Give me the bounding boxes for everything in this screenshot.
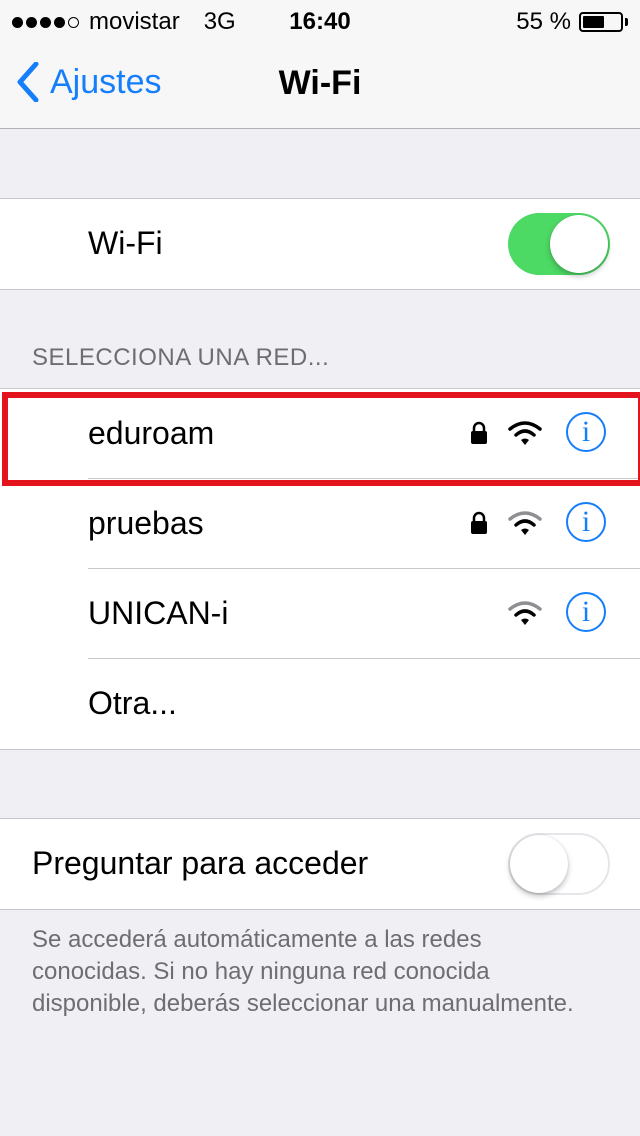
- toggle-knob: [550, 215, 608, 273]
- wifi-icon: [508, 601, 542, 625]
- navigation-bar: Ajustes Wi-Fi: [0, 40, 640, 129]
- info-button[interactable]: i: [566, 502, 606, 542]
- section-header-networks: SELECCIONA UNA RED...: [32, 344, 330, 371]
- wifi-icon: [508, 421, 542, 445]
- wifi-row: Wi-Fi: [0, 199, 640, 289]
- wifi-label: Wi-Fi: [88, 225, 163, 261]
- ask-to-join-toggle[interactable]: [508, 833, 610, 895]
- page-title: Wi-Fi: [278, 64, 362, 102]
- status-bar: movistar 3G 16:40 55 %: [0, 0, 640, 40]
- network-row-eduroam[interactable]: eduroam i: [0, 389, 640, 479]
- network-name: UNICAN-i: [88, 595, 229, 631]
- network-row-unican[interactable]: UNICAN-i i: [0, 569, 640, 659]
- network-row-pruebas[interactable]: pruebas i: [0, 479, 640, 569]
- battery-cap: [625, 18, 628, 26]
- networks-group: eduroam i pruebas i UNICAN-i i Otra...: [0, 388, 640, 750]
- network-name: eduroam: [88, 415, 215, 451]
- ask-to-join-label: Preguntar para acceder: [32, 845, 369, 881]
- battery-percent: 55 %: [516, 8, 571, 35]
- ask-to-join-group: Preguntar para acceder: [0, 818, 640, 910]
- wifi-icon: [508, 511, 542, 535]
- status-right: 55 %: [516, 8, 628, 36]
- ask-to-join-row: Preguntar para acceder: [0, 819, 640, 909]
- other-network-label: Otra...: [88, 685, 177, 721]
- ask-to-join-footnote: Se accederá automáticamente a las redes …: [32, 926, 574, 1017]
- lock-icon: [471, 421, 487, 444]
- battery-icon: [579, 12, 623, 32]
- toggle-knob: [510, 835, 568, 893]
- wifi-toggle-group: Wi-Fi: [0, 198, 640, 290]
- lock-icon: [471, 511, 487, 534]
- network-name: pruebas: [88, 505, 204, 541]
- wifi-toggle[interactable]: [508, 213, 610, 275]
- info-button[interactable]: i: [566, 412, 606, 452]
- info-button[interactable]: i: [566, 592, 606, 632]
- network-row-other[interactable]: Otra...: [0, 659, 640, 749]
